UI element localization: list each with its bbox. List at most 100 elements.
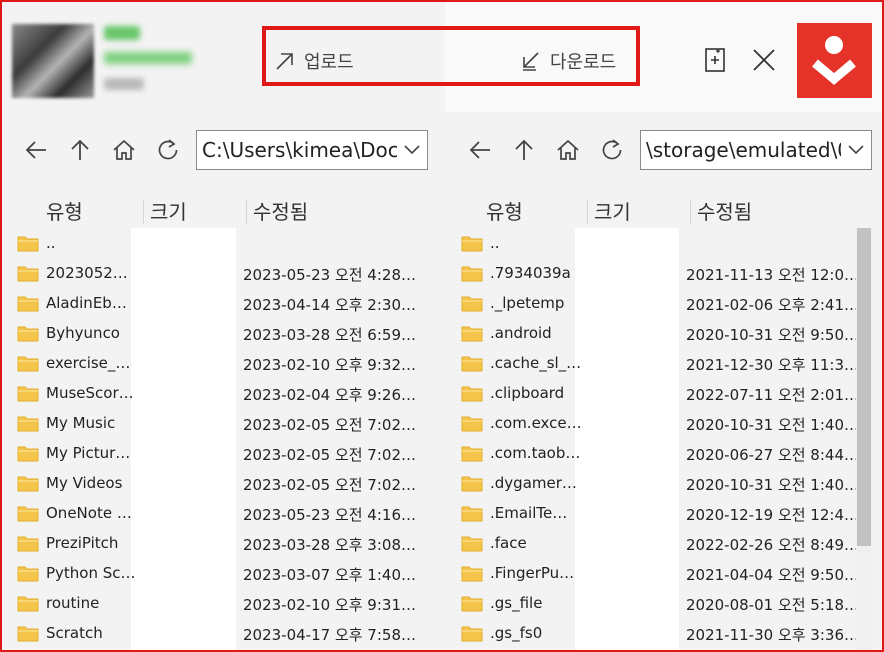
right-column-header: 유형 크기 수정됨 <box>445 196 884 226</box>
file-row[interactable]: MuseScor… 2023-02-04 오후 9:26… <box>17 378 427 408</box>
left-col-size[interactable]: 크기 <box>150 196 187 225</box>
folder-icon <box>461 535 483 556</box>
folder-icon <box>17 445 39 466</box>
right-col-size[interactable]: 크기 <box>594 196 631 225</box>
file-modified: 2023-04-14 오후 2:30… <box>243 296 416 314</box>
file-modified: 2022-07-11 오전 2:01… <box>686 386 859 404</box>
file-modified: 2020-06-27 오전 8:44… <box>686 446 859 464</box>
file-name: .com.exce… <box>490 414 582 432</box>
file-row[interactable]: .gs_file 2020-08-01 오전 5:18… <box>461 588 859 618</box>
file-row[interactable]: .clipboard 2022-07-11 오전 2:01… <box>461 378 859 408</box>
file-modified: 2023-04-17 오후 7:58… <box>243 626 416 644</box>
right-path-dropdown[interactable]: \storage\emulated\0 <box>640 130 872 170</box>
left-back-button[interactable] <box>14 128 58 172</box>
file-row[interactable]: Python Sc… 2023-03-07 오후 1:40… <box>17 558 427 588</box>
file-name: Python Sc… <box>46 564 136 582</box>
file-modified: 2023-03-07 오후 1:40… <box>243 566 416 584</box>
file-row[interactable]: .android 2020-10-31 오전 9:50… <box>461 318 859 348</box>
file-modified: 2020-10-31 오전 1:40… <box>686 476 859 494</box>
back-arrow-icon <box>469 141 490 159</box>
folder-icon <box>461 445 483 466</box>
file-row[interactable]: 2023052… 2023-05-23 오전 4:28… <box>17 258 427 288</box>
file-row[interactable]: .face 2022-02-26 오전 8:49… <box>461 528 859 558</box>
close-icon[interactable] <box>752 48 776 72</box>
left-path-dropdown[interactable]: C:\Users\kimea\Docu <box>196 130 428 170</box>
file-row[interactable]: .EmailTe… 2020-12-19 오전 12:4… <box>461 498 859 528</box>
file-name: OneNote … <box>46 504 132 522</box>
column-divider[interactable] <box>690 200 691 224</box>
account-status-blurred <box>104 78 144 90</box>
file-row[interactable]: Byhyunco 2023-03-28 오전 6:59… <box>17 318 427 348</box>
file-row[interactable]: PreziPitch 2023-03-28 오후 3:08… <box>17 528 427 558</box>
file-row[interactable]: My Pictur… 2023-02-05 오전 7:02… <box>17 438 427 468</box>
add-file-icon[interactable] <box>704 47 728 73</box>
left-refresh-button[interactable] <box>146 128 190 172</box>
file-modified: 2023-02-10 오후 9:31… <box>243 596 416 614</box>
column-divider[interactable] <box>587 200 588 224</box>
file-row[interactable]: .. <box>17 228 427 258</box>
download-button[interactable]: 다운로드 <box>520 48 616 74</box>
left-path-text: C:\Users\kimea\Docu <box>202 138 397 162</box>
file-row[interactable]: OneNote … 2023-05-23 오전 4:16… <box>17 498 427 528</box>
right-path-text: \storage\emulated\0 <box>646 138 841 162</box>
file-row[interactable]: .FingerPu… 2021-04-04 오전 9:50… <box>461 558 859 588</box>
upload-button[interactable]: 업로드 <box>274 48 354 74</box>
column-divider[interactable] <box>246 200 247 224</box>
folder-icon <box>17 625 39 646</box>
file-name: 2023052… <box>46 264 128 282</box>
right-refresh-button[interactable] <box>590 128 634 172</box>
download-label: 다운로드 <box>550 52 617 73</box>
left-home-button[interactable] <box>102 128 146 172</box>
file-name: .dygamer… <box>490 474 577 492</box>
file-modified: 2020-10-31 오전 9:50… <box>686 326 859 344</box>
file-name: .FingerPu… <box>490 564 575 582</box>
file-row[interactable]: .com.exce… 2020-10-31 오전 1:40… <box>461 408 859 438</box>
right-col-modified[interactable]: 수정됨 <box>697 196 752 225</box>
file-row[interactable]: .com.taob… 2020-06-27 오전 8:44… <box>461 438 859 468</box>
file-row[interactable]: My Music 2023-02-05 오전 7:02… <box>17 408 427 438</box>
file-name: .7934039a <box>490 264 571 282</box>
left-col-type[interactable]: 유형 <box>46 196 83 225</box>
file-row[interactable]: .. <box>461 228 854 258</box>
download-arrow-icon <box>523 52 539 71</box>
file-name: ._lpetemp <box>490 294 565 312</box>
right-nav-bar: \storage\emulated\0 <box>458 128 872 172</box>
file-row[interactable]: exercise_… 2023-02-10 오후 9:32… <box>17 348 427 378</box>
folder-icon <box>17 235 39 256</box>
file-row[interactable]: routine 2023-02-10 오후 9:31… <box>17 588 427 618</box>
right-home-button[interactable] <box>546 128 590 172</box>
file-name: .face <box>490 534 527 552</box>
file-name: .com.taob… <box>490 444 581 462</box>
file-modified: 2023-02-05 오전 7:02… <box>243 476 416 494</box>
file-row[interactable]: .gs_fs0 2021-11-30 오후 3:36… <box>461 618 859 648</box>
up-arrow-icon <box>71 139 89 160</box>
right-scrollbar-thumb[interactable] <box>857 228 871 546</box>
file-name: Byhyunco <box>46 324 120 342</box>
right-col-type[interactable]: 유형 <box>486 196 523 225</box>
app-logo <box>797 23 872 98</box>
right-back-button[interactable] <box>458 128 502 172</box>
file-row[interactable]: .cache_sl_… 2021-12-30 오후 11:3… <box>461 348 859 378</box>
upload-label: 업로드 <box>304 52 354 73</box>
file-modified: 2023-05-23 오전 4:28… <box>243 266 416 284</box>
left-column-header: 유형 크기 수정됨 <box>0 196 445 226</box>
right-up-button[interactable] <box>502 128 546 172</box>
folder-icon <box>17 385 39 406</box>
column-divider[interactable] <box>143 200 144 224</box>
file-row[interactable]: .dygamer… 2020-10-31 오전 1:40… <box>461 468 859 498</box>
file-row[interactable]: .7934039a 2021-11-13 오전 12:0… <box>461 258 859 288</box>
folder-icon <box>461 355 483 376</box>
left-up-button[interactable] <box>58 128 102 172</box>
file-modified: 2023-05-23 오전 4:16… <box>243 506 416 524</box>
file-row[interactable]: My Videos 2023-02-05 오전 7:02… <box>17 468 427 498</box>
file-row[interactable]: Scratch 2023-04-17 오후 7:58… <box>17 618 427 648</box>
file-row[interactable]: ._lpetemp 2021-02-06 오후 2:41… <box>461 288 859 318</box>
file-name: .gs_fs0 <box>490 624 543 642</box>
avatar <box>12 24 94 98</box>
logo-download-icon <box>812 36 856 85</box>
folder-icon <box>461 235 483 256</box>
left-col-modified[interactable]: 수정됨 <box>253 196 308 225</box>
file-row[interactable]: AladinEb… 2023-04-14 오후 2:30… <box>17 288 427 318</box>
up-arrow-icon <box>515 139 533 160</box>
folder-icon <box>17 475 39 496</box>
